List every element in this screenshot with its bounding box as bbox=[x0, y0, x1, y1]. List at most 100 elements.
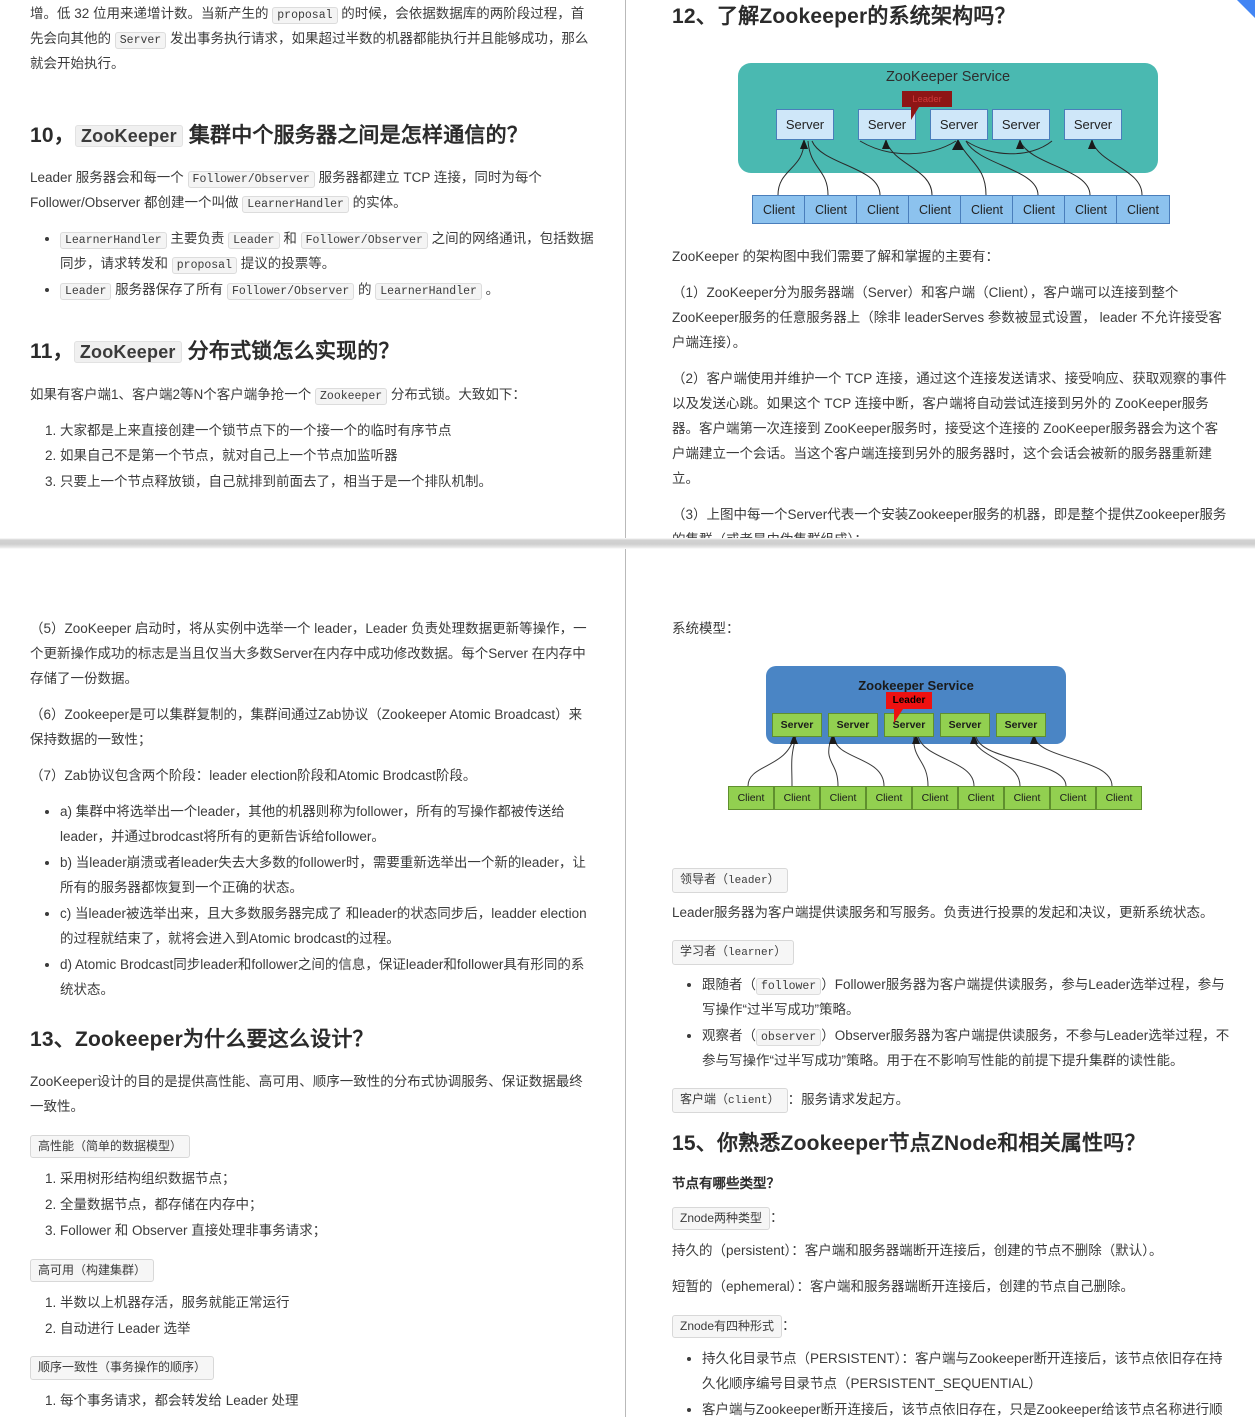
bullet-text-a: 观察者（ bbox=[702, 1027, 756, 1043]
section-11-paragraph: 如果有客户端1、客户端2等N个客户端争抢一个 Zookeeper 分布式锁。大致… bbox=[30, 383, 595, 408]
diagram-client-node: Client bbox=[1064, 195, 1118, 225]
s11-text-a: 如果有客户端1、客户端2等N个客户端争抢一个 bbox=[30, 386, 316, 402]
bullet-text-a: 跟随者（ bbox=[702, 976, 756, 992]
section-12-point-2: （2）客户端使用并维护一个 TCP 连接，通过这个连接发送请求、接受响应、获取观… bbox=[672, 371, 1227, 487]
diagram-client-node: Client bbox=[1012, 195, 1066, 225]
group-tag: 高性能（简单的数据模型） bbox=[30, 1134, 191, 1159]
role-tag-leader-row: 领导者（leader） bbox=[672, 867, 1231, 893]
group-tag-performance-row: 高性能（简单的数据模型） bbox=[30, 1134, 595, 1159]
diagram-client-node: Client bbox=[804, 195, 858, 225]
tag-text-a: 学习者（ bbox=[680, 943, 729, 958]
list-item: 只要上一个节点释放锁，自己就排到前面去了，相当于是一个排队机制。 bbox=[60, 470, 595, 495]
diagram-client-node: Client bbox=[960, 195, 1014, 225]
heading-section-12: 12、了解Zookeeper的系统架构吗？ bbox=[672, 5, 1016, 28]
group-tag: 高可用（构建集群） bbox=[30, 1258, 155, 1282]
diagram-client-node: Client bbox=[728, 785, 774, 810]
diagram-client-node: Client bbox=[752, 195, 806, 225]
leader-badge: Leader bbox=[886, 691, 932, 723]
znode-forms-tag-row: Znode有四种形式： bbox=[672, 1314, 1231, 1339]
section-12-point-6: （6）Zookeeper是可以集群复制的，集群间通过Zab协议（Zookeepe… bbox=[30, 706, 583, 747]
list-item: 跟随者（follower）Follower服务器为客户端提供读服务，参与Lead… bbox=[702, 973, 1231, 1023]
znode-forms-tag: Znode有四种形式 bbox=[672, 1314, 783, 1339]
zookeeper-system-model-diagram: Zookeeper Service Server Server Server S… bbox=[728, 656, 1198, 854]
section-10-bullet-list: LearnerHandler 主要负责 Leader 和 Follower/Ob… bbox=[30, 227, 595, 303]
list-item: Leader 服务器保存了所有 Follower/Observer 的 Lear… bbox=[60, 278, 595, 303]
list-item: 采用树形结构组织数据节点； bbox=[60, 1167, 595, 1192]
list-item: LearnerHandler 主要负责 Leader 和 Follower/Ob… bbox=[60, 227, 595, 277]
inline-code-learnerhandler: LearnerHandler bbox=[242, 196, 349, 214]
diagram-client-node: Client bbox=[856, 195, 910, 225]
corner-artifact-icon bbox=[1237, 0, 1255, 18]
list-item: 全量数据节点，都存储在内存中； bbox=[60, 1193, 595, 1218]
tag-code: leader bbox=[728, 874, 768, 887]
list-item: d) Atomic Brodcast同步leader和follower之间的信息… bbox=[60, 953, 595, 1003]
page-bottom-left: （5）ZooKeeper 启动时，将从实例中选举一个 leader，Leader… bbox=[0, 549, 625, 1417]
list-item: 半数以上机器存活，服务就能正常运行 bbox=[60, 1291, 595, 1316]
subheading-node-types: 节点有哪些类型？ bbox=[672, 1176, 780, 1192]
heading-section-11: 11， ZooKeeper 分布式锁怎么实现的？ bbox=[30, 337, 595, 366]
group-tag-availability-row: 高可用（构建集群） bbox=[30, 1258, 595, 1283]
diagram-client-node: Client bbox=[1050, 785, 1096, 810]
inline-code: LearnerHandler bbox=[60, 232, 167, 250]
role-tag-learner: 学习者（learner） bbox=[672, 939, 795, 965]
list-item: 持久化目录节点（PERSISTENT）：客户端与Zookeeper断开连接后，该… bbox=[702, 1347, 1231, 1397]
zookeeper-architecture-diagram: ZooKeeper Service Server Server Server S… bbox=[700, 47, 1175, 227]
bullet-text: 主要负责 bbox=[166, 231, 229, 247]
heading-10-number: 10， bbox=[30, 123, 75, 147]
section-12-point-3: （3）上图中每一个Server代表一个安装Zookeeper服务的机器，即是整个… bbox=[672, 507, 1227, 538]
page-top-left: 增。低 32 位用来递增计数。当新产生的 proposal 的时候，会依据数据库… bbox=[0, 0, 625, 538]
bullet-text: 。 bbox=[481, 282, 500, 298]
role-tag-learner-row: 学习者（learner） bbox=[672, 939, 1231, 965]
section-12-point-1: （1）ZooKeeper分为服务器端（Server）和客户端（Client），客… bbox=[672, 285, 1222, 351]
heading-11-text: 分布式锁怎么实现的？ bbox=[181, 340, 400, 364]
role-tag-client: 客户端（client） bbox=[672, 1087, 788, 1113]
group-list-availability: 半数以上机器存活，服务就能正常运行 自动进行 Leader 选举 bbox=[30, 1291, 595, 1342]
inline-code-follower-observer: Follower/Observer bbox=[187, 171, 315, 189]
bullet-text: 提议的投票等。 bbox=[236, 256, 336, 272]
colon-text: ： bbox=[770, 1210, 784, 1226]
section-12-lead-in: ZooKeeper 的架构图中我们需要了解和掌握的主要有： bbox=[672, 249, 1000, 265]
intro-text-a: 增。低 32 位用来递增计数。当新产生的 bbox=[30, 6, 273, 21]
diagram-edges bbox=[747, 733, 1113, 787]
bullet-text: 和 bbox=[279, 231, 301, 247]
list-item: Follower 和 Observer 直接处理非事务请求； bbox=[60, 1219, 595, 1244]
list-item: a) 集群中将选举出一个leader，其他的机器则称为follower，所有的写… bbox=[60, 800, 595, 850]
inline-code: Follower/Observer bbox=[300, 232, 428, 250]
list-item: c) 当leader被选举出来，且大多数服务器完成了 和leader的状态同步后… bbox=[60, 902, 595, 952]
tag-text-a: 客户端（ bbox=[680, 1091, 729, 1106]
group-tag: 顺序一致性（事务操作的顺序） bbox=[30, 1356, 215, 1380]
inline-code: Follower/Observer bbox=[226, 283, 355, 301]
tag-text-b: ） bbox=[767, 1091, 780, 1106]
inline-code-follower: follower bbox=[756, 977, 822, 995]
diagram-server-node-leader: Server bbox=[930, 109, 988, 141]
inline-code: LearnerHandler bbox=[375, 283, 482, 301]
heading-section-13: 13、Zookeeper为什么要这么设计？ bbox=[30, 1027, 374, 1051]
section-11-ordered-list: 大家都是上来直接创建一个锁节点下的一个接一个的临时有序节点 如果自己不是第一个节… bbox=[30, 419, 595, 496]
tag-text-a: 领导者（ bbox=[680, 871, 729, 886]
diagram-client-node: Client bbox=[820, 785, 866, 810]
list-item: 观察者（observer）Observer服务器为客户端提供读服务，不参与Lea… bbox=[702, 1024, 1231, 1074]
znode-types-tag-row: Znode两种类型： bbox=[672, 1206, 1231, 1231]
role-tag-client-row: 客户端（client） ：服务请求发起方。 bbox=[672, 1087, 1231, 1113]
s11-text-b: 分布式锁。大致如下： bbox=[387, 386, 526, 402]
inline-code-observer: observer bbox=[756, 1028, 822, 1046]
znode-types-tag: Znode两种类型 bbox=[672, 1206, 771, 1231]
group-list-ordering: 每个事务请求，都会转发给 Leader 处理 每个事务，会分配全局唯一的递增id… bbox=[30, 1389, 595, 1417]
ephemeral-description: 短暂的（ephemeral）：客户端和服务器端断开连接后，创建的节点自己删除。 bbox=[672, 1279, 1135, 1295]
diagram-client-node: Client bbox=[1004, 785, 1050, 810]
diagram-client-node: Client bbox=[866, 785, 912, 810]
tag-text-b: ） bbox=[774, 943, 787, 958]
diagram-server-node: Server bbox=[996, 712, 1046, 737]
diagram-server-node-leader: Server bbox=[884, 712, 934, 737]
heading-10-code: ZooKeeper bbox=[74, 124, 183, 147]
s10-text-a: Leader 服务器会和每一个 bbox=[30, 170, 188, 186]
diagram-server-node: Server bbox=[772, 712, 822, 737]
persistent-description: 持久的（persistent）：客户端和服务器端断开连接后，创建的节点不删除（默… bbox=[672, 1243, 1163, 1259]
document-page-grid: 增。低 32 位用来递增计数。当新产生的 proposal 的时候，会依据数据库… bbox=[0, 0, 1255, 1417]
s10-text-c: 的实体。 bbox=[348, 195, 407, 211]
inline-code: Leader bbox=[228, 232, 280, 250]
heading-10-text: 集群中个服务器之间是怎样通信的？ bbox=[182, 123, 529, 147]
tag-code: learner bbox=[728, 946, 775, 959]
diagram-client-node: Client bbox=[908, 195, 962, 225]
colon-text: ： bbox=[782, 1318, 796, 1334]
